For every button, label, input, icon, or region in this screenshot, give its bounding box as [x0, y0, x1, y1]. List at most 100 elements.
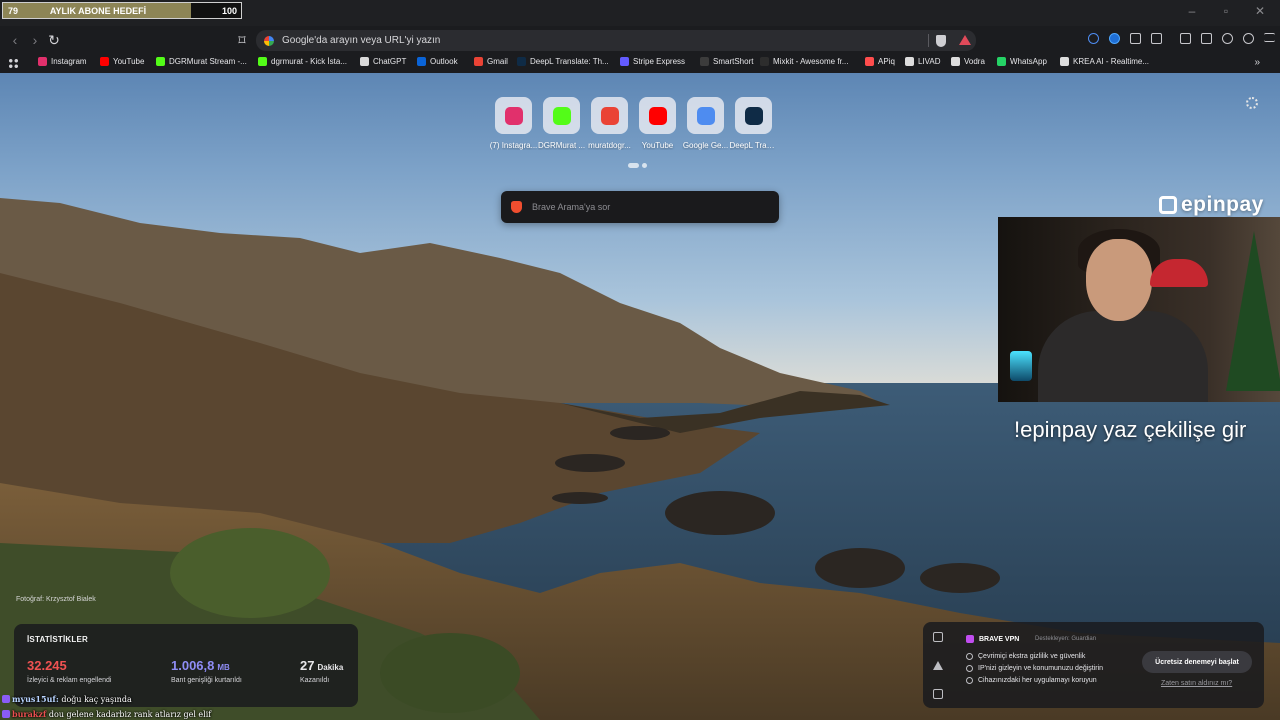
alert-triangle-icon[interactable] [933, 661, 943, 670]
giveaway-promo-text: !epinpay yaz çekilişe gir [1014, 417, 1247, 442]
vpn-feature: Cihazınızdaki her uygulamayı koruyun [966, 677, 1103, 684]
brave-search-box[interactable] [501, 191, 779, 223]
bookmark-item[interactable]: APiq [865, 57, 895, 66]
window-controls: – ▫ ✕ [1186, 4, 1266, 18]
bookmark-favicon-icon [474, 57, 483, 66]
puzzle-icon[interactable] [1130, 33, 1141, 44]
top-site-tile-bg [591, 97, 628, 134]
bookmarks-overflow-icon[interactable]: » [1254, 57, 1260, 68]
gmail-icon [600, 106, 619, 125]
sidebar-icon[interactable] [1180, 33, 1191, 44]
bookmark-icon[interactable]: ⌑ [234, 32, 250, 48]
card-icon[interactable] [933, 689, 943, 699]
extension-circle-icon[interactable] [1109, 33, 1120, 44]
minimize-icon[interactable]: – [1186, 4, 1198, 18]
webcam-overlay [998, 217, 1280, 402]
top-site-tile[interactable]: muratdogr... [588, 97, 631, 150]
bookmark-item[interactable]: Instagram [38, 57, 87, 66]
kick-icon [552, 106, 571, 125]
reload-icon[interactable]: ↻ [46, 32, 62, 48]
bookmark-favicon-icon [258, 57, 267, 66]
christmas-tree [1226, 231, 1280, 391]
already-purchased-link[interactable]: Zaten satın aldınız mı? [1161, 680, 1232, 687]
settings-gear-icon[interactable] [1246, 97, 1258, 109]
speechify-icon[interactable] [1088, 33, 1099, 44]
leo-ai-icon[interactable] [1222, 33, 1233, 44]
bookmark-item[interactable]: ChatGPT [360, 57, 406, 66]
top-site-label: DGRMurat ... [537, 141, 586, 150]
subscriber-goal-bar: 79 AYLIK ABONE HEDEFİ 100 [2, 2, 242, 19]
bookmark-label: KREA AI - Realtime... [1073, 57, 1150, 66]
extension-icons [1088, 33, 1162, 44]
vpn-shield-icon[interactable] [933, 632, 943, 642]
bookmark-favicon-icon [620, 57, 629, 66]
bookmark-favicon-icon [700, 57, 709, 66]
close-icon[interactable]: ✕ [1254, 4, 1266, 18]
address-bar[interactable] [256, 30, 976, 51]
pager-dot[interactable] [642, 163, 647, 168]
deepl-icon [744, 106, 763, 125]
top-site-tile[interactable]: DeepL Tran... [730, 97, 778, 150]
bookmark-item[interactable]: KREA AI - Realtime... [1060, 57, 1149, 66]
youtube-icon [648, 106, 667, 125]
bookmark-item[interactable]: LIVAD [905, 57, 941, 66]
top-site-tile[interactable]: (7) Instagra... [490, 97, 537, 150]
chat-text: doğu kaç yaşında [61, 695, 132, 704]
bookmark-label: SmartShort [713, 57, 754, 66]
bookmark-label: Mixkit - Awesome fr... [773, 57, 849, 66]
brave-rewards-icon[interactable] [959, 35, 971, 45]
bookmark-item[interactable]: Vodra [951, 57, 985, 66]
maximize-icon[interactable]: ▫ [1220, 4, 1232, 18]
bookmark-favicon-icon [1060, 57, 1069, 66]
bookmark-favicon-icon [905, 57, 914, 66]
bookmark-favicon-icon [360, 57, 369, 66]
top-site-label: YouTube [641, 141, 674, 150]
bookmark-item[interactable]: DeepL Translate: Th... [517, 57, 609, 66]
rgb-lamp [1010, 351, 1032, 381]
bookmark-label: Stripe Express [633, 57, 686, 66]
forward-icon[interactable]: › [27, 32, 43, 48]
back-icon[interactable]: ‹ [7, 32, 23, 48]
bookmarks-bar: Instagram YouTube DGRMurat Stream -... dgrm… [0, 54, 1280, 73]
top-site-label: (7) Instagra... [489, 141, 538, 150]
wallet-icon[interactable] [1201, 33, 1212, 44]
bookmark-favicon-icon [517, 57, 526, 66]
bookmark-label: Vodra [964, 57, 985, 66]
bookmark-item[interactable]: Gmail [474, 57, 508, 66]
apps-grid-icon[interactable] [8, 58, 19, 69]
photo-credit[interactable]: Fotoğraf: Krzysztof Bialek [16, 596, 96, 603]
google-icon [264, 35, 274, 46]
bookmark-item[interactable]: SmartShort [700, 57, 753, 66]
top-site-tile[interactable]: DGRMurat ... [538, 97, 585, 150]
brave-shields-icon[interactable] [936, 35, 946, 47]
top-site-tile-bg [495, 97, 532, 134]
vpn-icon[interactable] [1243, 33, 1254, 44]
bookmark-label: Instagram [51, 57, 87, 66]
top-site-tile[interactable]: Google Ge... [683, 97, 728, 150]
bookmark-item[interactable]: Mixkit - Awesome fr... [760, 57, 848, 66]
media-icon[interactable] [1151, 33, 1162, 44]
bookmark-item[interactable]: dgrmurat - Kick İsta... [258, 57, 347, 66]
hamburger-menu-icon[interactable] [1264, 33, 1275, 42]
epinpay-logo-text: epinpay [1181, 193, 1264, 216]
bookmark-favicon-icon [951, 57, 960, 66]
top-sites: (7) Instagra... DGRMurat ... muratdogr... Y… [490, 97, 778, 150]
brave-vpn-widget: BRAVE VPN Destekleyen: Guardian Çevrimiç… [923, 622, 1264, 708]
top-site-label: muratdogr... [588, 141, 631, 150]
vpn-logo-icon [966, 635, 974, 643]
bookmark-item[interactable]: Outlook [417, 57, 458, 66]
sub-badge-icon [2, 710, 10, 718]
bookmark-item[interactable]: WhatsApp [997, 57, 1047, 66]
stat-bandwidth-unit: MB [217, 663, 230, 672]
start-free-trial-button[interactable]: Ücretsiz denemeyi başlat [1142, 651, 1252, 673]
vpn-feature-list: Çevrimiçi ekstra gizlilik ve güvenlik IP… [966, 653, 1103, 684]
bookmark-item[interactable]: Stripe Express [620, 57, 685, 66]
bookmark-item[interactable]: YouTube [100, 57, 144, 66]
bookmark-label: dgrmurat - Kick İsta... [271, 57, 348, 66]
bookmark-item[interactable]: DGRMurat Stream -... [156, 57, 247, 66]
address-input[interactable] [282, 35, 842, 46]
top-site-tile[interactable]: YouTube [639, 97, 676, 150]
top-site-tile-bg [735, 97, 772, 134]
pager-dot-active[interactable] [628, 163, 639, 168]
search-input[interactable] [532, 202, 762, 212]
